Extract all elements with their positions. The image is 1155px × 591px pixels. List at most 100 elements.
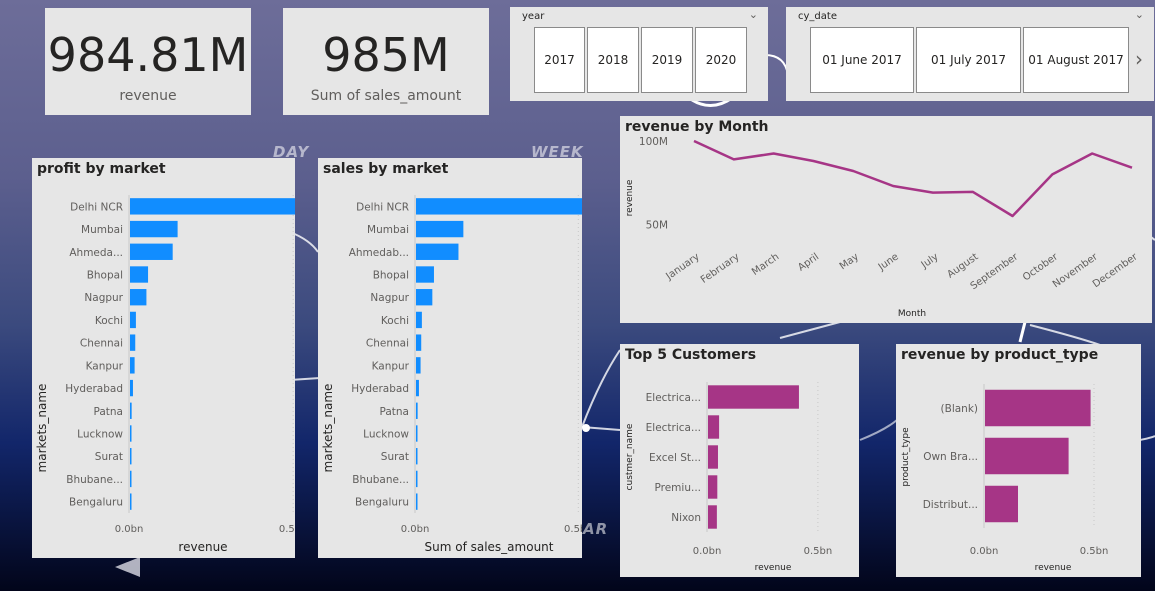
chevron-down-icon[interactable]: ⌄: [1135, 8, 1144, 21]
bar: [416, 198, 582, 215]
bar: [130, 220, 178, 238]
top5-customers-visual[interactable]: Top 5 Customers Electrica... Electrica...…: [620, 344, 859, 577]
bar: [416, 402, 418, 419]
series-line: [693, 139, 1133, 218]
bar: [708, 445, 718, 469]
revenue-by-month-visual[interactable]: revenue by Month 50M 100M January February M…: [620, 116, 1152, 323]
bar: [130, 493, 132, 510]
bar: [130, 448, 132, 465]
bar: [130, 266, 149, 283]
tick-label: 0.5bn: [279, 524, 295, 535]
bar: [416, 311, 422, 329]
bar: [708, 415, 720, 439]
x-axis-title: revenue: [755, 563, 792, 573]
category-label: Own Bra...: [923, 451, 978, 463]
category-label: Chennai: [366, 338, 409, 350]
category-label: Ahmedab...: [349, 247, 409, 259]
bar: [130, 402, 132, 419]
chevron-down-icon[interactable]: ⌄: [749, 8, 758, 21]
bar: [130, 289, 147, 306]
category-label: Nagpur: [370, 292, 409, 304]
tick-label: 0.5bn: [1080, 546, 1109, 557]
category-label: Hyderabad: [65, 383, 123, 395]
bar: [416, 220, 464, 238]
date-option-june[interactable]: 01 June 2017: [810, 27, 914, 93]
category-label: Hyderabad: [351, 383, 409, 395]
y-axis-title: custmer_name: [625, 423, 635, 490]
category-label: Kanpur: [372, 360, 410, 372]
category-label: Lucknow: [77, 429, 123, 441]
revenue-by-product-type-visual[interactable]: revenue by product_type (Blank) Own Bra..…: [896, 344, 1141, 577]
category-label: Bengaluru: [355, 497, 409, 509]
sales-by-market-chart: Delhi NCR Mumbai Ahmedab... Bhopal Nagpur Koc…: [321, 195, 582, 554]
year-option-2020[interactable]: 2020: [695, 27, 747, 93]
bar: [416, 357, 421, 374]
bar: [130, 470, 132, 488]
category-label: June: [876, 251, 901, 273]
year-option-2018[interactable]: 2018: [587, 27, 639, 93]
tick-label: 0.0bn: [970, 546, 999, 557]
date-option-august[interactable]: 01 August 2017: [1023, 27, 1129, 93]
category-label: Surat: [95, 451, 123, 463]
profit-by-market-chart: Delhi NCR Mumbai Ahmeda... Bhopal Nagpur Koch…: [35, 195, 295, 554]
category-label: Kochi: [381, 315, 409, 327]
bar: [130, 243, 173, 260]
bar: [130, 311, 136, 329]
tick-label: 50M: [646, 219, 668, 231]
y-axis-title: revenue: [625, 179, 635, 216]
bar: [708, 385, 799, 409]
category-label: Lucknow: [363, 429, 409, 441]
kpi-label: revenue: [119, 88, 177, 104]
tick-label: 0.0bn: [115, 524, 144, 535]
x-axis-title: revenue: [178, 540, 227, 554]
year-option-2019[interactable]: 2019: [641, 27, 693, 93]
category-label: Electrica...: [646, 422, 701, 434]
bar: [708, 505, 717, 529]
revenue-by-month-chart: 50M 100M JanuaryFebruary March April May June J…: [625, 136, 1141, 319]
category-label: Bengaluru: [69, 497, 123, 509]
bar: [416, 379, 419, 397]
y-axis-title: markets_name: [35, 384, 49, 473]
bar: [708, 475, 718, 499]
sales-by-market-visual[interactable]: sales by market Delhi NCR Mumbai Ahmedab..…: [318, 158, 582, 558]
tick-label: 0.5bn: [564, 524, 582, 535]
category-label: Bhopal: [373, 270, 409, 282]
revenue-by-product-type-chart: (Blank) Own Bra... Distribut... 0.0bn 0.5bn r…: [901, 384, 1109, 573]
category-label: Bhubane...: [352, 474, 409, 486]
bg-word-year: AR: [583, 520, 609, 538]
profit-by-market-visual[interactable]: profit by market Delhi NCR Mumbai Ahmeda..…: [32, 158, 295, 558]
category-label: May: [838, 251, 861, 272]
bar: [130, 334, 136, 351]
category-label: July: [919, 251, 941, 271]
category-label: Mumbai: [81, 224, 123, 236]
date-option-july[interactable]: 01 July 2017: [916, 27, 1021, 93]
category-label: Distribut...: [923, 499, 978, 511]
category-label: Nixon: [671, 512, 701, 524]
bar: [416, 334, 422, 351]
category-label: February: [699, 251, 742, 285]
category-label: December: [1091, 251, 1141, 290]
kpi-value: 985M: [322, 28, 450, 82]
tick-label: 0.0bn: [693, 546, 722, 557]
category-label: Electrica...: [646, 392, 701, 404]
x-axis-title: Sum of sales_amount: [425, 540, 554, 554]
top5-customers-chart: Electrica... Electrica... Excel St... Premi…: [625, 382, 832, 573]
kpi-label: Sum of sales_amount: [310, 88, 462, 104]
year-option-2017[interactable]: 2017: [534, 27, 585, 93]
x-axis-title: revenue: [1035, 563, 1072, 573]
category-label: January: [664, 251, 702, 282]
bar: [416, 266, 434, 283]
bar: [416, 243, 459, 260]
category-label: Excel St...: [649, 452, 701, 464]
category-label: Mumbai: [367, 224, 409, 236]
chevron-right-icon[interactable]: ›: [1135, 47, 1143, 71]
kpi-card-sales[interactable]: 985M Sum of sales_amount: [283, 8, 489, 115]
category-label: August: [945, 251, 980, 280]
kpi-card-revenue[interactable]: 984.81M revenue: [45, 8, 251, 115]
category-label: Chennai: [80, 338, 123, 350]
bar: [985, 437, 1069, 475]
category-label: Patna: [379, 406, 409, 418]
category-label: (Blank): [941, 403, 978, 415]
year-slicer: year ⌄ 2017 2018 2019 2020: [510, 7, 768, 101]
slicer-title: cy_date: [798, 11, 837, 22]
